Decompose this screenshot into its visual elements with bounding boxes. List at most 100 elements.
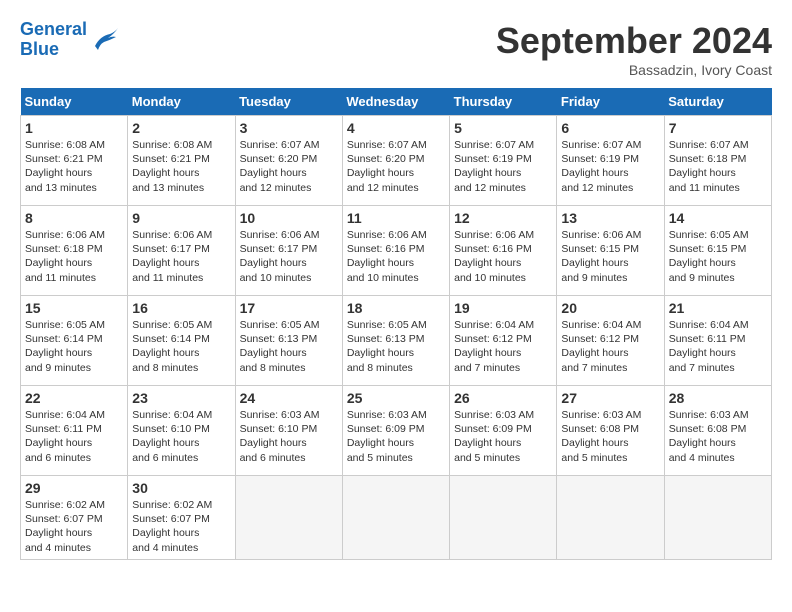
day-info: Sunrise: 6:04 AM Sunset: 6:12 PM Dayligh… (561, 318, 659, 375)
month-title: September 2024 (496, 20, 772, 62)
table-row: 24 Sunrise: 6:03 AM Sunset: 6:10 PM Dayl… (235, 386, 342, 476)
day-info: Sunrise: 6:04 AM Sunset: 6:10 PM Dayligh… (132, 408, 230, 465)
day-info: Sunrise: 6:05 AM Sunset: 6:13 PM Dayligh… (240, 318, 338, 375)
table-row: 20 Sunrise: 6:04 AM Sunset: 6:12 PM Dayl… (557, 296, 664, 386)
title-area: September 2024 Bassadzin, Ivory Coast (496, 20, 772, 78)
table-row: 7 Sunrise: 6:07 AM Sunset: 6:18 PM Dayli… (664, 116, 771, 206)
day-info: Sunrise: 6:02 AM Sunset: 6:07 PM Dayligh… (132, 498, 230, 555)
table-row: 1 Sunrise: 6:08 AM Sunset: 6:21 PM Dayli… (21, 116, 128, 206)
day-number: 27 (561, 390, 659, 406)
table-row: 4 Sunrise: 6:07 AM Sunset: 6:20 PM Dayli… (342, 116, 449, 206)
day-info: Sunrise: 6:03 AM Sunset: 6:08 PM Dayligh… (561, 408, 659, 465)
day-info: Sunrise: 6:05 AM Sunset: 6:14 PM Dayligh… (132, 318, 230, 375)
day-info: Sunrise: 6:07 AM Sunset: 6:20 PM Dayligh… (240, 138, 338, 195)
calendar-week-row: 8 Sunrise: 6:06 AM Sunset: 6:18 PM Dayli… (21, 206, 772, 296)
day-number: 6 (561, 120, 659, 136)
day-info: Sunrise: 6:03 AM Sunset: 6:09 PM Dayligh… (454, 408, 552, 465)
table-row: 12 Sunrise: 6:06 AM Sunset: 6:16 PM Dayl… (450, 206, 557, 296)
day-number: 23 (132, 390, 230, 406)
table-row: 11 Sunrise: 6:06 AM Sunset: 6:16 PM Dayl… (342, 206, 449, 296)
table-row: 30 Sunrise: 6:02 AM Sunset: 6:07 PM Dayl… (128, 476, 235, 560)
header-friday: Friday (557, 88, 664, 116)
table-row: 8 Sunrise: 6:06 AM Sunset: 6:18 PM Dayli… (21, 206, 128, 296)
day-info: Sunrise: 6:08 AM Sunset: 6:21 PM Dayligh… (132, 138, 230, 195)
calendar-table: Sunday Monday Tuesday Wednesday Thursday… (20, 88, 772, 560)
day-info: Sunrise: 6:06 AM Sunset: 6:18 PM Dayligh… (25, 228, 123, 285)
day-number: 29 (25, 480, 123, 496)
day-number: 13 (561, 210, 659, 226)
header-monday: Monday (128, 88, 235, 116)
table-row: 21 Sunrise: 6:04 AM Sunset: 6:11 PM Dayl… (664, 296, 771, 386)
day-number: 30 (132, 480, 230, 496)
day-number: 8 (25, 210, 123, 226)
header-saturday: Saturday (664, 88, 771, 116)
day-info: Sunrise: 6:04 AM Sunset: 6:12 PM Dayligh… (454, 318, 552, 375)
table-row: 13 Sunrise: 6:06 AM Sunset: 6:15 PM Dayl… (557, 206, 664, 296)
header-wednesday: Wednesday (342, 88, 449, 116)
day-number: 25 (347, 390, 445, 406)
table-row: 26 Sunrise: 6:03 AM Sunset: 6:09 PM Dayl… (450, 386, 557, 476)
weekday-header-row: Sunday Monday Tuesday Wednesday Thursday… (21, 88, 772, 116)
table-row: 29 Sunrise: 6:02 AM Sunset: 6:07 PM Dayl… (21, 476, 128, 560)
table-row (664, 476, 771, 560)
day-info: Sunrise: 6:06 AM Sunset: 6:16 PM Dayligh… (347, 228, 445, 285)
table-row: 22 Sunrise: 6:04 AM Sunset: 6:11 PM Dayl… (21, 386, 128, 476)
table-row: 18 Sunrise: 6:05 AM Sunset: 6:13 PM Dayl… (342, 296, 449, 386)
day-info: Sunrise: 6:07 AM Sunset: 6:20 PM Dayligh… (347, 138, 445, 195)
location: Bassadzin, Ivory Coast (496, 62, 772, 78)
table-row: 27 Sunrise: 6:03 AM Sunset: 6:08 PM Dayl… (557, 386, 664, 476)
day-number: 1 (25, 120, 123, 136)
logo: GeneralBlue (20, 20, 120, 60)
table-row: 17 Sunrise: 6:05 AM Sunset: 6:13 PM Dayl… (235, 296, 342, 386)
day-number: 18 (347, 300, 445, 316)
day-number: 3 (240, 120, 338, 136)
day-info: Sunrise: 6:05 AM Sunset: 6:14 PM Dayligh… (25, 318, 123, 375)
day-number: 14 (669, 210, 767, 226)
day-info: Sunrise: 6:08 AM Sunset: 6:21 PM Dayligh… (25, 138, 123, 195)
day-number: 5 (454, 120, 552, 136)
logo-text: GeneralBlue (20, 20, 87, 60)
day-number: 16 (132, 300, 230, 316)
day-info: Sunrise: 6:07 AM Sunset: 6:18 PM Dayligh… (669, 138, 767, 195)
day-number: 11 (347, 210, 445, 226)
day-number: 9 (132, 210, 230, 226)
table-row (450, 476, 557, 560)
day-number: 20 (561, 300, 659, 316)
table-row: 2 Sunrise: 6:08 AM Sunset: 6:21 PM Dayli… (128, 116, 235, 206)
day-info: Sunrise: 6:04 AM Sunset: 6:11 PM Dayligh… (25, 408, 123, 465)
day-info: Sunrise: 6:06 AM Sunset: 6:17 PM Dayligh… (240, 228, 338, 285)
table-row: 28 Sunrise: 6:03 AM Sunset: 6:08 PM Dayl… (664, 386, 771, 476)
day-info: Sunrise: 6:07 AM Sunset: 6:19 PM Dayligh… (454, 138, 552, 195)
day-number: 7 (669, 120, 767, 136)
day-number: 28 (669, 390, 767, 406)
day-number: 17 (240, 300, 338, 316)
header-tuesday: Tuesday (235, 88, 342, 116)
day-info: Sunrise: 6:05 AM Sunset: 6:13 PM Dayligh… (347, 318, 445, 375)
day-info: Sunrise: 6:05 AM Sunset: 6:15 PM Dayligh… (669, 228, 767, 285)
day-number: 21 (669, 300, 767, 316)
day-info: Sunrise: 6:06 AM Sunset: 6:17 PM Dayligh… (132, 228, 230, 285)
day-number: 2 (132, 120, 230, 136)
day-info: Sunrise: 6:07 AM Sunset: 6:19 PM Dayligh… (561, 138, 659, 195)
calendar-week-row: 1 Sunrise: 6:08 AM Sunset: 6:21 PM Dayli… (21, 116, 772, 206)
header-sunday: Sunday (21, 88, 128, 116)
table-row: 10 Sunrise: 6:06 AM Sunset: 6:17 PM Dayl… (235, 206, 342, 296)
calendar-week-row: 22 Sunrise: 6:04 AM Sunset: 6:11 PM Dayl… (21, 386, 772, 476)
table-row: 5 Sunrise: 6:07 AM Sunset: 6:19 PM Dayli… (450, 116, 557, 206)
table-row: 16 Sunrise: 6:05 AM Sunset: 6:14 PM Dayl… (128, 296, 235, 386)
day-info: Sunrise: 6:03 AM Sunset: 6:08 PM Dayligh… (669, 408, 767, 465)
day-number: 24 (240, 390, 338, 406)
day-info: Sunrise: 6:03 AM Sunset: 6:10 PM Dayligh… (240, 408, 338, 465)
day-info: Sunrise: 6:06 AM Sunset: 6:16 PM Dayligh… (454, 228, 552, 285)
table-row: 9 Sunrise: 6:06 AM Sunset: 6:17 PM Dayli… (128, 206, 235, 296)
calendar-week-row: 29 Sunrise: 6:02 AM Sunset: 6:07 PM Dayl… (21, 476, 772, 560)
day-number: 15 (25, 300, 123, 316)
day-number: 10 (240, 210, 338, 226)
table-row: 15 Sunrise: 6:05 AM Sunset: 6:14 PM Dayl… (21, 296, 128, 386)
page-header: GeneralBlue September 2024 Bassadzin, Iv… (20, 20, 772, 78)
table-row: 14 Sunrise: 6:05 AM Sunset: 6:15 PM Dayl… (664, 206, 771, 296)
table-row: 6 Sunrise: 6:07 AM Sunset: 6:19 PM Dayli… (557, 116, 664, 206)
table-row: 25 Sunrise: 6:03 AM Sunset: 6:09 PM Dayl… (342, 386, 449, 476)
day-number: 19 (454, 300, 552, 316)
day-number: 12 (454, 210, 552, 226)
